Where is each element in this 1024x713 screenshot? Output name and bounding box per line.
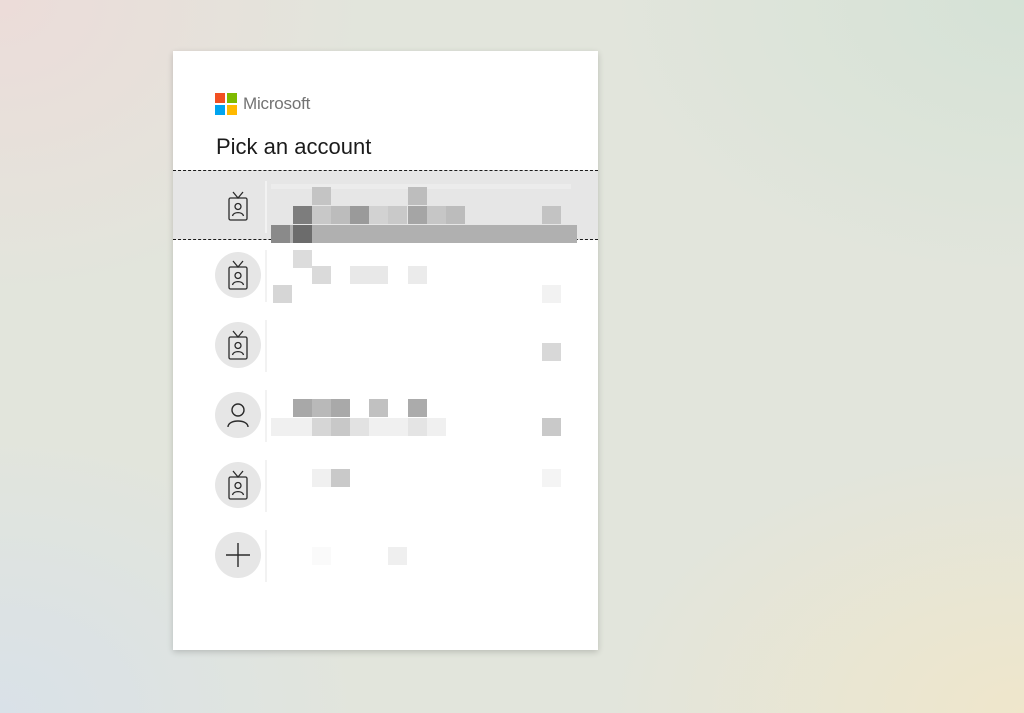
- add-account-tile[interactable]: [173, 520, 598, 590]
- account-info-blurred: [271, 323, 571, 369]
- badge-icon: [215, 322, 261, 368]
- tile-divider: [265, 530, 267, 582]
- account-info-blurred: [271, 463, 571, 509]
- account-info-blurred: [271, 184, 577, 243]
- person-icon: [215, 392, 261, 438]
- account-tile-3[interactable]: [173, 310, 598, 380]
- account-tile-5[interactable]: [173, 450, 598, 520]
- account-tile-4[interactable]: [173, 380, 598, 450]
- account-info-blurred: [271, 393, 571, 439]
- tile-divider: [265, 181, 267, 233]
- microsoft-brand: Microsoft: [215, 93, 310, 115]
- tile-divider: [265, 250, 267, 302]
- badge-icon: [215, 183, 261, 229]
- tile-divider: [265, 390, 267, 442]
- badge-icon: [215, 462, 261, 508]
- plus-icon: [215, 532, 261, 578]
- account-list: [173, 170, 598, 590]
- microsoft-logo-icon: [215, 93, 237, 115]
- tile-divider: [265, 320, 267, 372]
- account-picker-dialog: Microsoft Pick an account: [173, 51, 598, 650]
- account-tile-1[interactable]: [173, 170, 598, 243]
- account-tile-2[interactable]: [173, 240, 598, 310]
- account-info-blurred: [271, 250, 571, 303]
- brand-name: Microsoft: [243, 94, 311, 113]
- tile-divider: [265, 460, 267, 512]
- add-account-info-blurred: [271, 533, 571, 579]
- badge-icon: [215, 252, 261, 298]
- page-title: Pick an account: [216, 134, 372, 159]
